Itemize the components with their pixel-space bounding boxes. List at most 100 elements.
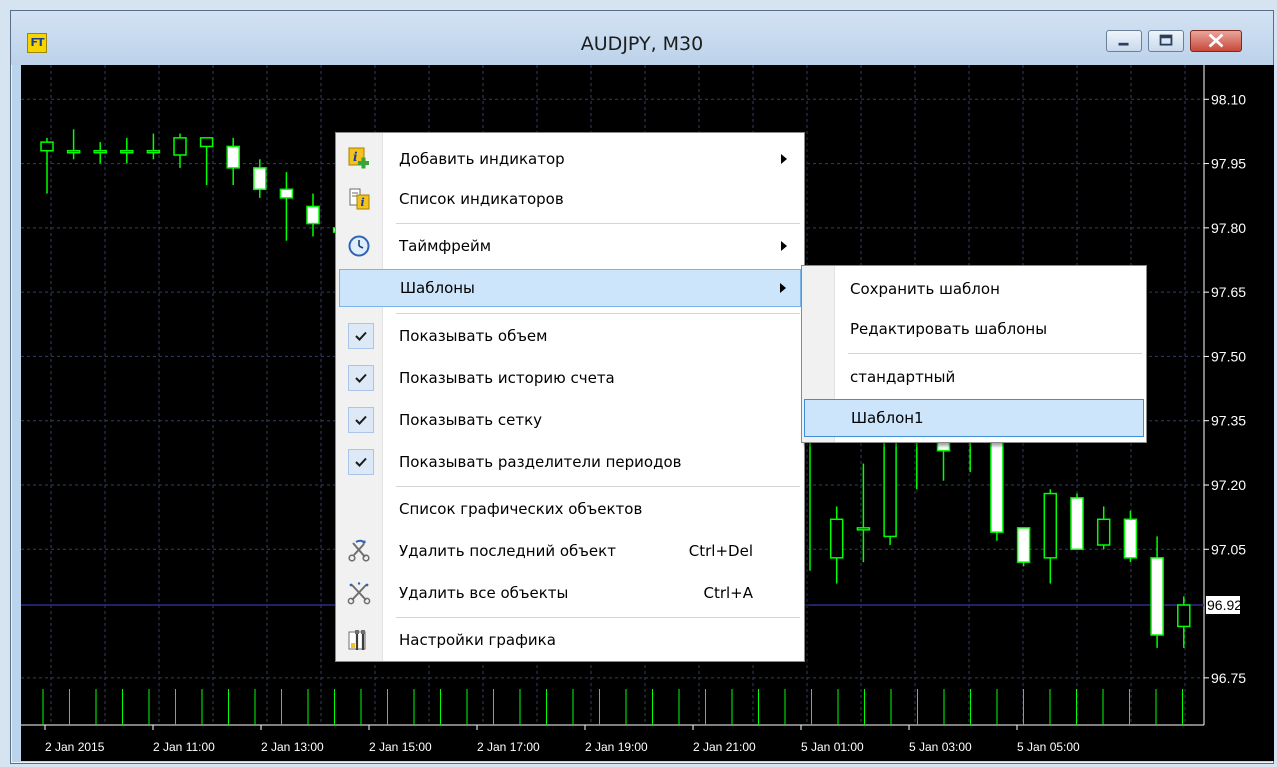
menu-item-timeframe[interactable]: Таймфрейм [339,227,801,265]
menu-item-objects-list[interactable]: Список графических объектов [339,490,801,528]
menu-item-label: Список индикаторов [399,190,564,208]
time-axis-label: 5 Jan 01:00 [801,740,864,754]
menu-separator [396,486,800,487]
time-axis-label: 2 Jan 2015 [45,740,105,754]
menu-item-show-grid[interactable]: Показывать сетку [339,401,801,439]
price-axis-label: 97.65 [1211,284,1246,300]
checkmark-icon [348,365,374,391]
clock-icon [348,235,370,257]
submenu-item-label: стандартный [850,368,956,386]
menu-item-add-indicator[interactable]: i Добавить индикатор [339,140,801,178]
current-price-label: 96.92 [1207,597,1242,613]
menu-separator [396,617,800,618]
menu-item-shortcut: Ctrl+Del [688,542,753,560]
menu-item-label: Добавить индикатор [399,150,565,168]
menu-separator [396,223,800,224]
price-axis-label: 97.35 [1211,413,1246,429]
menu-item-label: Удалить последний объект [399,542,616,560]
candle-body [1043,492,1058,559]
delete-last-object-icon [348,539,370,562]
menu-item-label: Показывать историю счета [399,369,615,387]
time-axis-label: 2 Jan 21:00 [693,740,756,754]
submenu-item-label: Шаблон1 [851,409,924,427]
submenu-separator [848,353,1142,354]
candle-body [1096,518,1111,546]
submenu-item-save-template[interactable]: Сохранить шаблон [804,270,1144,308]
candle-body [829,518,844,559]
submenu-item-template-1[interactable]: Шаблон1 [804,399,1144,437]
menu-item-label: Показывать разделители периодов [399,453,682,471]
candle-body [253,167,267,191]
checkmark-icon [348,449,374,475]
price-axis-label: 97.20 [1211,477,1246,493]
time-axis-label: 2 Jan 15:00 [369,740,432,754]
submenu-arrow-icon [780,283,786,293]
time-axis-label: 2 Jan 13:00 [261,740,324,754]
submenu-item-label: Сохранить шаблон [850,280,1000,298]
menu-item-label: Список графических объектов [399,500,643,518]
price-axis-label: 97.95 [1211,156,1246,172]
menu-item-label: Таймфрейм [399,237,492,255]
menu-separator [396,313,800,314]
templates-submenu: Сохранить шаблон Редактировать шаблоны с… [801,265,1147,443]
candle-body [1150,557,1164,636]
menu-item-indicator-list[interactable]: i Список индикаторов [339,180,801,218]
submenu-arrow-icon [781,241,787,251]
menu-item-show-period-separators[interactable]: Показывать разделители периодов [339,443,801,481]
checkmark-icon [348,407,374,433]
price-axis-label: 97.05 [1211,541,1246,557]
candle-body [856,527,871,531]
candle-body [226,145,240,169]
time-axis-label: 2 Jan 19:00 [585,740,648,754]
window-title: AUDJPY, M30 [580,33,704,55]
menu-item-templates[interactable]: Шаблоны [339,269,801,307]
close-button[interactable] [1190,30,1242,52]
menu-item-chart-settings[interactable]: Настройки графика [339,621,801,659]
candle-body [1016,527,1031,563]
time-axis-label: 5 Jan 03:00 [909,740,972,754]
candle-body [93,149,107,154]
candle-body [120,149,134,154]
add-indicator-icon: i [348,147,369,169]
menu-item-delete-all-objects[interactable]: Удалить все объекты Ctrl+A [339,574,801,612]
menu-item-label: Удалить все объекты [399,584,569,602]
price-axis-label: 97.80 [1211,220,1246,236]
minimize-button[interactable] [1106,30,1142,52]
maximize-button[interactable] [1148,30,1184,52]
chart-context-menu: i Добавить индикатор i Список индикаторо… [335,132,805,662]
title-bar[interactable]: FT AUDJPY, M30 [11,11,1273,65]
candle-body [1123,518,1138,559]
time-axis-label: 5 Jan 05:00 [1017,740,1080,754]
chart-settings-icon [348,630,366,650]
candle-body [1070,497,1084,551]
svg-text:i: i [361,196,365,209]
menu-item-label: Показывать сетку [399,411,543,429]
menu-item-show-volume[interactable]: Показывать объем [339,317,801,355]
checkmark-icon [348,323,374,349]
time-axis-label: 2 Jan 17:00 [477,740,540,754]
price-axis-label: 97.50 [1211,348,1246,364]
candle-body [1177,604,1191,628]
candle-body [66,149,81,154]
time-axis-label: 2 Jan 11:00 [153,740,215,754]
submenu-item-template-standard[interactable]: стандартный [804,358,1144,396]
indicator-list-icon: i [349,188,370,210]
menu-item-show-account-history[interactable]: Показывать историю счета [339,359,801,397]
candle-body [40,141,54,152]
menu-item-delete-last-object[interactable]: Удалить последний объект Ctrl+Del [339,532,801,570]
svg-text:i: i [353,150,358,164]
price-axis-label: 96.75 [1211,670,1246,686]
menu-item-label: Шаблоны [400,279,475,297]
candle-body [279,188,294,199]
menu-item-label: Показывать объем [399,327,548,345]
menu-item-label: Настройки графика [399,631,556,649]
close-icon [1208,33,1224,48]
price-axis-label: 98.10 [1211,91,1246,107]
candle-body [306,205,320,225]
menu-item-shortcut: Ctrl+A [703,584,753,602]
submenu-item-edit-templates[interactable]: Редактировать шаблоны [804,310,1144,348]
minimize-icon [1118,42,1129,46]
delete-all-objects-icon [347,582,371,605]
maximize-icon [1159,34,1173,46]
candle-body [199,137,214,148]
